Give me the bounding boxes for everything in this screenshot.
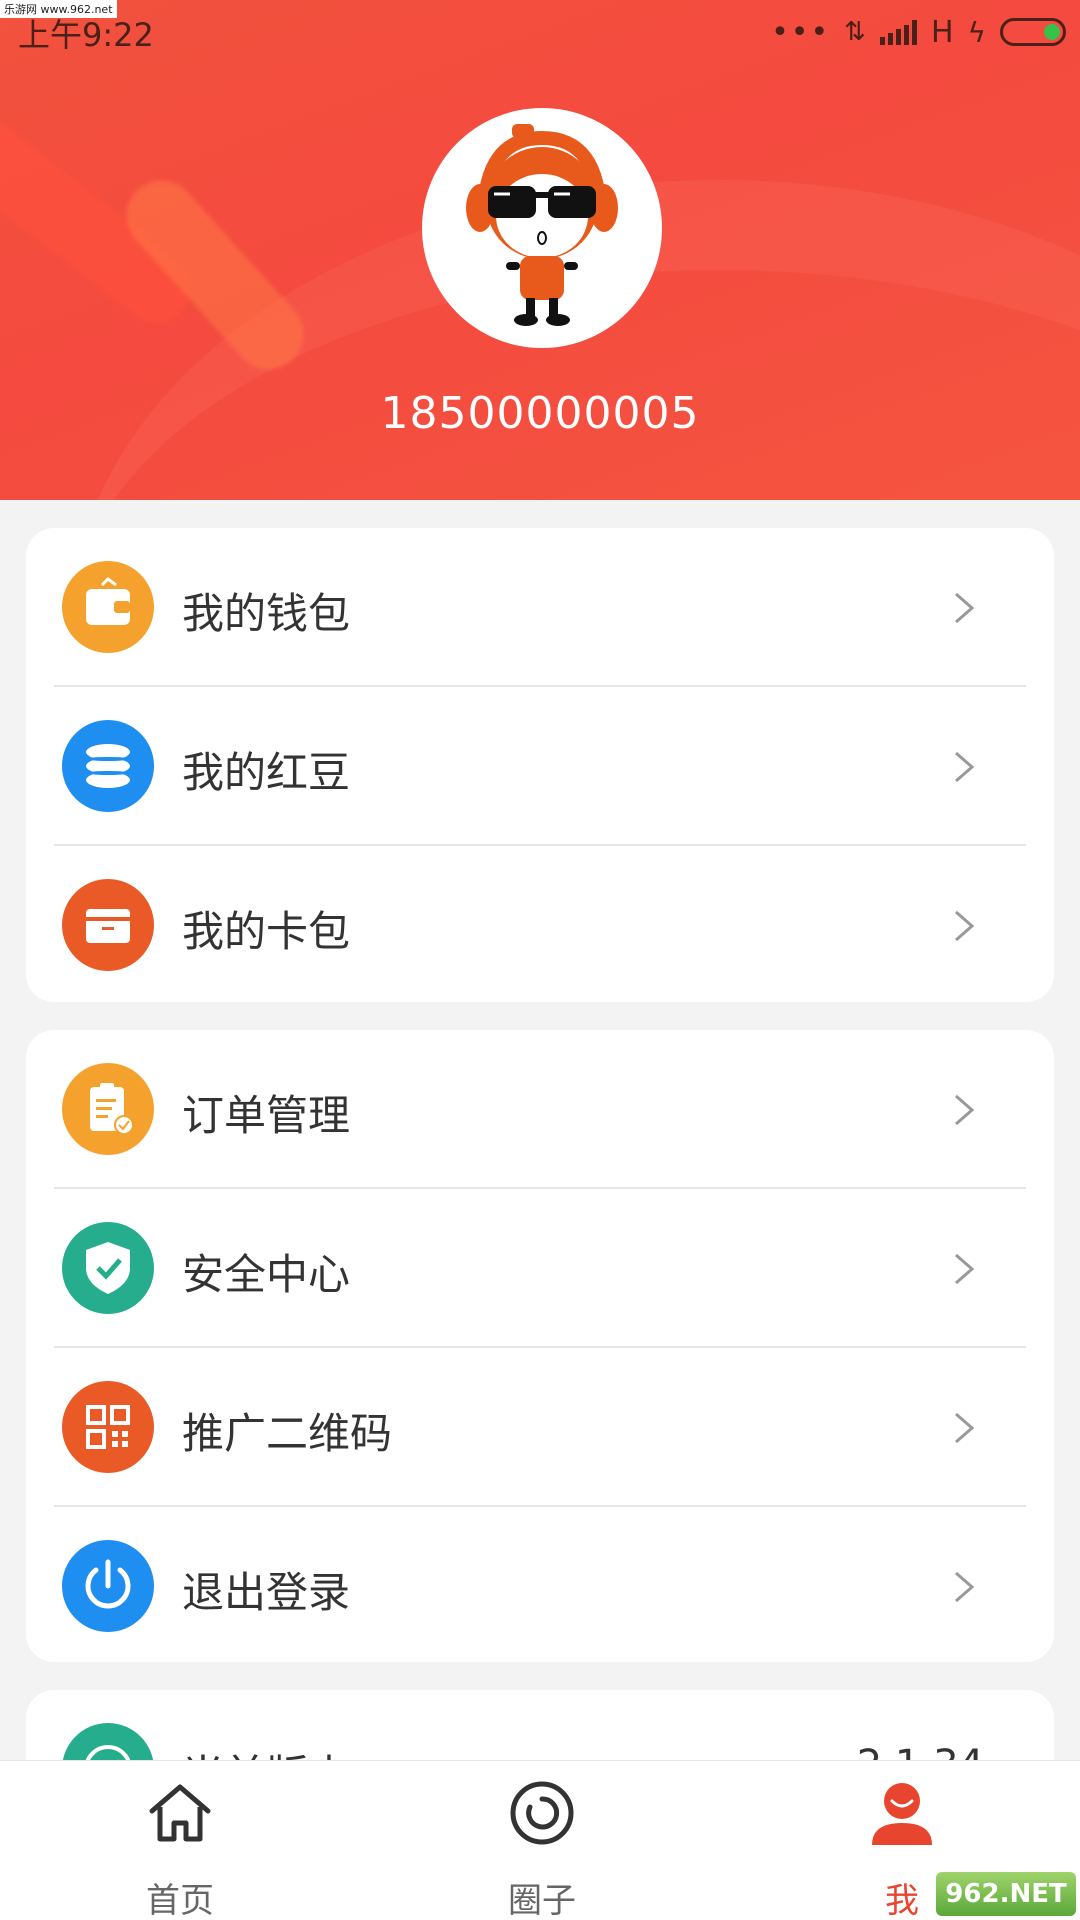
menu-item-qr-code[interactable]: 推广二维码 (26, 1348, 1054, 1507)
signal-strength-icon (879, 19, 917, 45)
account-menu-card: 订单管理 安全中心 推广二维码 退出登录 (26, 1030, 1054, 1662)
status-bar: 上午9:22 ••• ⇅ H ϟ (0, 0, 1080, 62)
qr-code-icon (62, 1381, 154, 1473)
menu-item-label: 我的红豆 (182, 748, 351, 797)
battery-icon (1000, 18, 1066, 46)
chevron-right-icon (955, 1412, 975, 1444)
menu-item-label: 退出登录 (182, 1568, 351, 1617)
menu-item-security[interactable]: 安全中心 (26, 1189, 1054, 1348)
chevron-right-icon (955, 751, 975, 783)
circle-icon (510, 1781, 574, 1845)
menu-item-label: 推广二维码 (182, 1409, 393, 1458)
tab-label: 圈子 (508, 1881, 576, 1920)
more-notifications-icon: ••• (771, 14, 831, 50)
site-logo: 962.NET (936, 1872, 1076, 1916)
menu-item-red-beans[interactable]: 我的红豆 (26, 687, 1054, 846)
mascot-avatar-icon (466, 124, 618, 326)
tab-home[interactable]: 首页 (80, 1761, 280, 1920)
menu-item-label: 订单管理 (182, 1091, 351, 1140)
status-icons: ••• ⇅ H ϟ (771, 12, 1066, 52)
user-phone-number: 18500000005 (380, 388, 700, 439)
menu-item-label: 我的钱包 (182, 589, 351, 638)
tab-circle[interactable]: 圈子 (442, 1761, 642, 1920)
avatar[interactable] (422, 108, 662, 348)
shield-check-icon (62, 1222, 154, 1314)
menu-item-wallet[interactable]: 我的钱包 (26, 528, 1054, 687)
menu-item-logout[interactable]: 退出登录 (26, 1507, 1054, 1662)
chevron-right-icon (955, 1253, 975, 1285)
menu-item-card-bag[interactable]: 我的卡包 (26, 846, 1054, 1002)
wallet-icon (62, 561, 154, 653)
menu-item-orders[interactable]: 订单管理 (26, 1030, 1054, 1189)
power-icon (62, 1540, 154, 1632)
chevron-right-icon (955, 592, 975, 624)
coins-stack-icon (62, 720, 154, 812)
menu-item-label: 我的卡包 (182, 907, 351, 956)
home-icon (149, 1784, 211, 1842)
data-transfer-icon: ⇅ (844, 17, 866, 47)
chevron-right-icon (955, 1094, 975, 1126)
chevron-right-icon (955, 910, 975, 942)
user-icon (872, 1783, 932, 1845)
chevron-right-icon (955, 1571, 975, 1603)
wallet-menu-card: 我的钱包 我的红豆 我的卡包 (26, 528, 1054, 1002)
tab-label: 首页 (146, 1881, 214, 1920)
menu-item-label: 安全中心 (182, 1250, 351, 1299)
charging-icon: ϟ (967, 15, 986, 49)
card-icon (62, 879, 154, 971)
network-type: H (930, 14, 954, 50)
clipboard-icon (62, 1063, 154, 1155)
bottom-navigation: 首页 圈子 我 962.NET (0, 1760, 1080, 1920)
status-time: 上午9:22 (18, 16, 154, 54)
